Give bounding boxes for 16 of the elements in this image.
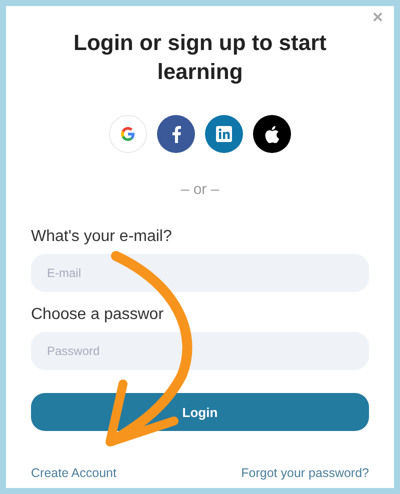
password-field[interactable]: Password xyxy=(31,332,369,370)
google-icon xyxy=(120,126,136,142)
social-login-button[interactable] xyxy=(157,115,195,153)
field-label: Choose a passwor xyxy=(31,306,164,324)
email-field[interactable]: E-mail xyxy=(31,254,369,292)
forgot-password-link[interactable]: Forgot your password? xyxy=(241,466,369,480)
facebook-icon xyxy=(172,126,180,142)
create-account-link[interactable]: Create Account xyxy=(31,466,116,480)
dialog-title: Login or sign up to start learning xyxy=(72,29,328,86)
close-button[interactable]: × xyxy=(368,7,387,28)
login-button[interactable]: Login xyxy=(31,393,369,431)
divider-text: – or – xyxy=(180,181,220,198)
apple-icon xyxy=(265,126,279,142)
linkedin-icon xyxy=(216,126,232,142)
social-login-button[interactable] xyxy=(253,115,291,153)
field-label: What's your e-mail? xyxy=(31,228,172,246)
